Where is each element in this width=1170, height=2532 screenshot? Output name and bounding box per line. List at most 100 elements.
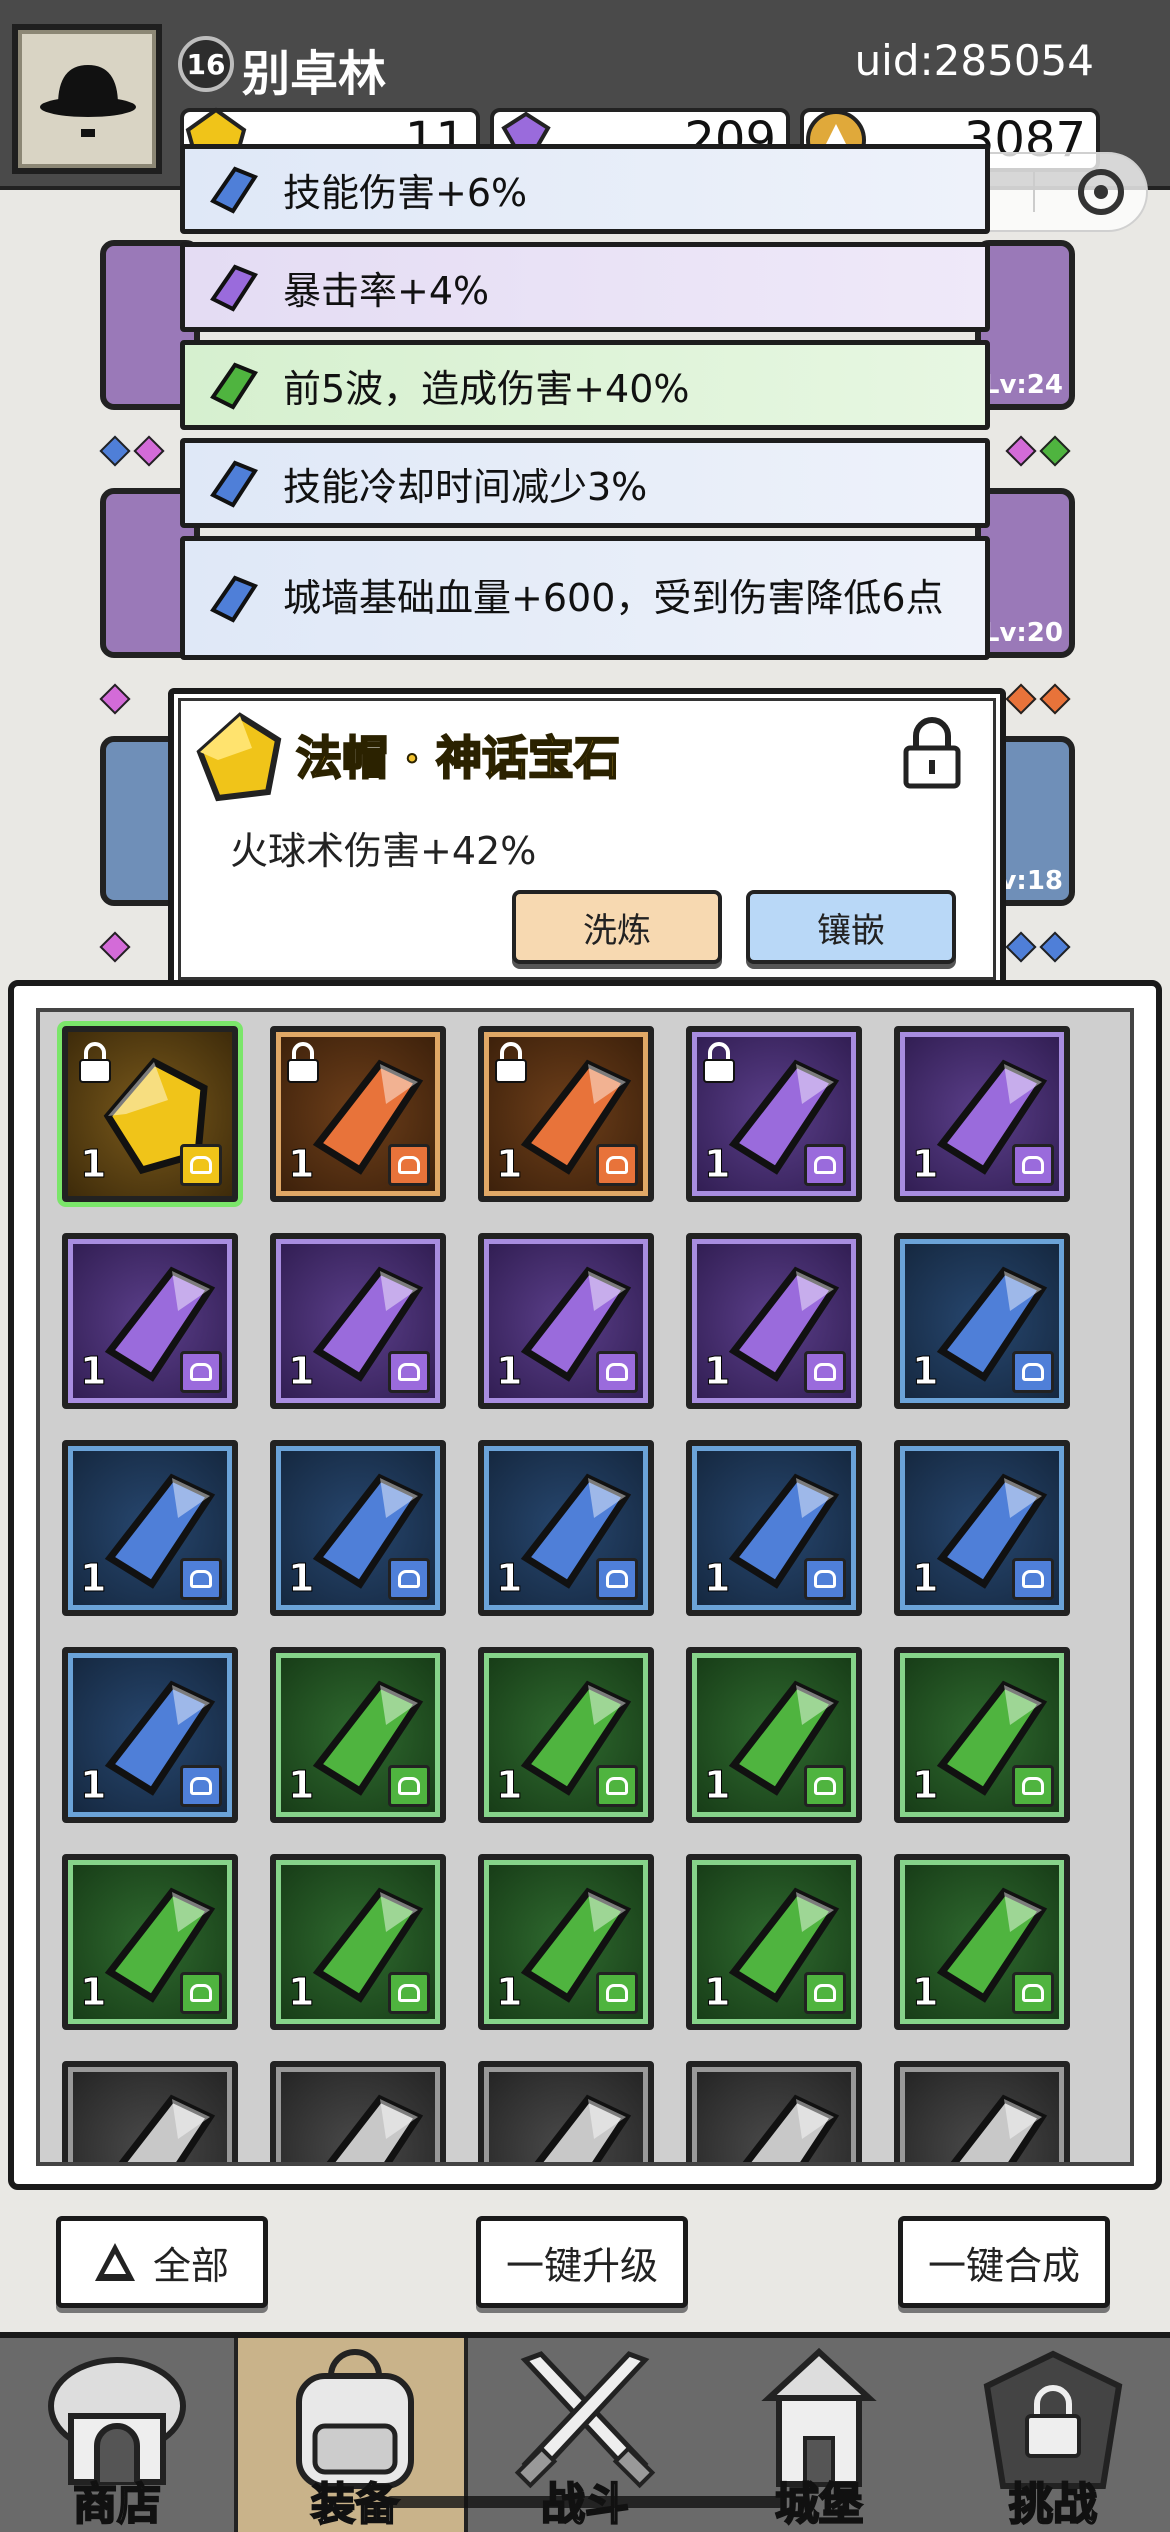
gem-quantity: 1 (495, 1556, 523, 1601)
gem-slot[interactable]: 1 (686, 1647, 862, 1823)
avatar[interactable] (12, 24, 162, 174)
tab-shop[interactable]: 商店 (0, 2338, 234, 2532)
gem-stat-text: 前5波，造成伤害+40% (283, 366, 690, 411)
player-name: 别卓林 (242, 46, 387, 102)
gem-quantity: 1 (911, 1349, 939, 1394)
socket-diamond (99, 683, 131, 715)
gem-slot[interactable]: 1 (270, 1233, 446, 1409)
gem-slot[interactable]: 1 (478, 1647, 654, 1823)
socket-diamond (1039, 683, 1071, 715)
gem-stat-row[interactable]: 技能冷却时间减少3% (180, 438, 990, 528)
gem-inventory-grid[interactable]: 1 1 1 1 1 1 1 1 1 1 1 1 1 1 1 1 1 1 1 1 1 1 1 1 1 (36, 1008, 1134, 2166)
equipment-level: v:18 (999, 866, 1063, 896)
gem-stat-text: 技能伤害+6% (283, 170, 528, 215)
gem-quantity: 1 (911, 1970, 939, 2015)
equipment-slot-right-1[interactable]: Lv:24 (975, 240, 1075, 410)
gem-slot[interactable] (270, 2061, 446, 2162)
popup-title: 法帽 · 神话宝石 (295, 730, 621, 786)
necklace-slot-icon (180, 1765, 222, 1807)
lock-icon[interactable] (900, 714, 964, 790)
gem-detail-popup: 法帽 · 神话宝石 火球术伤害+42% 洗炼 镶嵌 (168, 688, 1006, 990)
gem-slot[interactable]: 1 (478, 1026, 654, 1202)
tab-label: 商店 (72, 2478, 162, 2531)
gem-slot[interactable]: 1 (894, 1647, 1070, 1823)
gem-quantity: 1 (79, 1763, 107, 1808)
upgrade-all-button[interactable]: 一键升级 (476, 2216, 688, 2308)
gem-stat-row[interactable]: 技能伤害+6% (180, 144, 990, 234)
ring-slot-icon (388, 1765, 430, 1807)
gem-quantity: 1 (287, 1970, 315, 2015)
ring-slot-icon (180, 1144, 222, 1186)
gem-slot[interactable]: 1 (62, 1647, 238, 1823)
gem-slot[interactable] (478, 2061, 654, 2162)
staff-slot-icon (388, 1558, 430, 1600)
gem-inventory-panel: 1 1 1 1 1 1 1 1 1 1 1 1 1 1 1 1 1 1 1 1 1 1 1 1 1 (8, 980, 1162, 2190)
lock-icon (79, 1042, 111, 1083)
gem-slot[interactable] (686, 2061, 862, 2162)
tab-challenge[interactable]: 挑战 (936, 2338, 1170, 2532)
gem-stat-text: 城墙基础血量+600，受到伤害降低6点 (283, 576, 944, 620)
lock-icon (703, 1042, 735, 1083)
gem-slot[interactable]: 1 (270, 1647, 446, 1823)
refine-button[interactable]: 洗炼 (512, 890, 722, 964)
gray-gem-icon (950, 2094, 1048, 2162)
gray-gem-icon (326, 2094, 424, 2162)
gem-quantity: 1 (79, 1349, 107, 1394)
armor-slot-icon (180, 1351, 222, 1393)
gem-slot[interactable]: 1 (270, 1440, 446, 1616)
gem-quantity: 1 (495, 1763, 523, 1808)
gem-slot[interactable]: 1 (686, 1026, 862, 1202)
gem-quantity: 1 (495, 1970, 523, 2015)
gem-stat-row[interactable]: 前5波，造成伤害+40% (180, 340, 990, 430)
gem-slot[interactable] (894, 2061, 1070, 2162)
blue-gem-icon (210, 460, 258, 508)
gem-slot[interactable]: 1 (62, 1233, 238, 1409)
level-badge: 16 (178, 36, 234, 92)
gem-slot[interactable]: 1 (894, 1233, 1070, 1409)
gem-slot[interactable]: 1 (478, 1854, 654, 2030)
gem-slot[interactable]: 1 (686, 1233, 862, 1409)
gem-slot[interactable]: 1 (686, 1854, 862, 2030)
gem-quantity: 1 (911, 1556, 939, 1601)
gem-stat-row[interactable]: 暴击率+4% (180, 242, 990, 332)
gem-quantity: 1 (911, 1763, 939, 1808)
gem-quantity: 1 (287, 1142, 315, 1187)
gem-slot[interactable]: 1 (894, 1026, 1070, 1202)
gem-quantity: 1 (911, 1142, 939, 1187)
capsule-divider (1033, 172, 1036, 212)
bowler-hat-icon (40, 65, 136, 137)
ring-slot-icon (388, 1144, 430, 1186)
gem-quantity: 1 (703, 1349, 731, 1394)
gem-slot[interactable]: 1 (686, 1440, 862, 1616)
gem-slot[interactable]: 1 (62, 1440, 238, 1616)
gem-slot[interactable]: 1 (894, 1440, 1070, 1616)
gem-slot[interactable]: 1 (478, 1440, 654, 1616)
tab-label: 挑战 (1008, 2478, 1098, 2531)
close-target-icon[interactable] (1078, 169, 1125, 215)
gem-slot[interactable]: 1 (62, 1854, 238, 2030)
green-gem-icon (210, 362, 258, 410)
equipment-level: Lv:20 (982, 618, 1063, 648)
filter-all-button[interactable]: 全部 (56, 2216, 268, 2308)
gem-slot[interactable]: 1 (270, 1854, 446, 2030)
lock-icon (495, 1042, 527, 1083)
gem-stat-row[interactable]: 城墙基础血量+600，受到伤害降低6点 (180, 536, 990, 660)
gem-quantity: 1 (79, 1556, 107, 1601)
hat-slot-icon (596, 1558, 638, 1600)
equipment-slot-right-2[interactable]: Lv:20 (975, 488, 1075, 658)
gem-quantity: 1 (79, 1142, 107, 1187)
lock-icon (287, 1042, 319, 1083)
equipment-level: Lv:24 (982, 370, 1063, 400)
gem-slot[interactable]: 1 (478, 1233, 654, 1409)
gem-slot[interactable]: 1 (270, 1026, 446, 1202)
boots-slot-icon (388, 1972, 430, 2014)
boots-slot-icon (596, 1144, 638, 1186)
merge-all-button[interactable]: 一键合成 (898, 2216, 1110, 2308)
necklace-slot-icon (804, 1351, 846, 1393)
gem-slot[interactable]: 1 (894, 1854, 1070, 2030)
gem-slot[interactable]: 1 (62, 1026, 238, 1202)
gem-slot[interactable] (62, 2061, 238, 2162)
inlay-button[interactable]: 镶嵌 (746, 890, 956, 964)
gray-gem-icon (742, 2094, 840, 2162)
ring-slot-icon (804, 1144, 846, 1186)
